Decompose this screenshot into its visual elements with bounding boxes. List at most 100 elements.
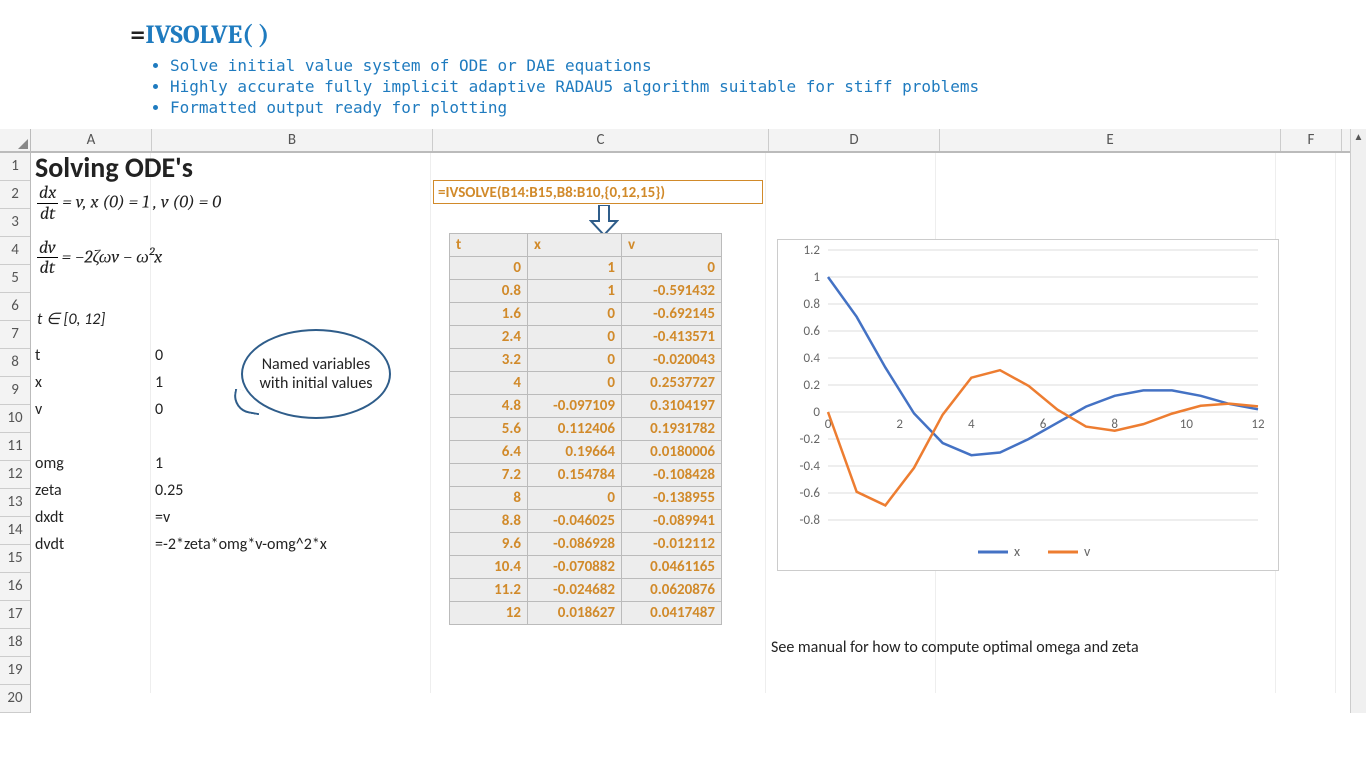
row-header-7[interactable]: 7 [0, 321, 30, 349]
row-header-18[interactable]: 18 [0, 629, 30, 657]
row-20[interactable] [31, 666, 1366, 693]
row-3[interactable] [31, 207, 1366, 234]
cell[interactable] [1276, 396, 1336, 423]
cell[interactable]: t [31, 342, 151, 369]
row-header-16[interactable]: 16 [0, 573, 30, 601]
ode-chart[interactable]: -0.8-0.6-0.4-0.200.20.40.60.811.20246810… [777, 239, 1279, 571]
cell[interactable] [1276, 531, 1336, 558]
row-header-8[interactable]: 8 [0, 349, 30, 377]
cell[interactable] [151, 153, 431, 180]
cell[interactable] [766, 666, 936, 693]
row-header-12[interactable]: 12 [0, 461, 30, 489]
row-header-10[interactable]: 10 [0, 405, 30, 433]
col-header-D[interactable]: D [769, 129, 940, 151]
row-header-1[interactable]: 1 [0, 153, 30, 181]
cell[interactable] [766, 585, 936, 612]
cell[interactable] [1276, 639, 1336, 666]
cell[interactable] [766, 153, 936, 180]
cell[interactable]: x [31, 369, 151, 396]
row-19[interactable] [31, 639, 1366, 666]
cell[interactable] [31, 423, 151, 450]
cell[interactable] [936, 153, 1276, 180]
cell[interactable] [151, 423, 431, 450]
cell[interactable] [31, 558, 151, 585]
row-header-14[interactable]: 14 [0, 517, 30, 545]
row-header-4[interactable]: 4 [0, 237, 30, 265]
cell[interactable]: v [31, 396, 151, 423]
row-header-6[interactable]: 6 [0, 293, 30, 321]
cell[interactable] [1276, 369, 1336, 396]
cell[interactable] [431, 153, 766, 180]
row-header-2[interactable]: 2 [0, 181, 30, 209]
row-header-15[interactable]: 15 [0, 545, 30, 573]
cell[interactable] [1276, 342, 1336, 369]
result-cell: 0 [528, 349, 622, 372]
cell[interactable] [1276, 207, 1336, 234]
row-header-20[interactable]: 20 [0, 685, 30, 713]
cell[interactable] [1276, 504, 1336, 531]
result-row: 80-0.138955 [450, 487, 722, 510]
scroll-up-icon[interactable]: ▲ [1351, 129, 1366, 144]
col-header-F[interactable]: F [1281, 129, 1342, 151]
cell[interactable]: dvdt [31, 531, 151, 558]
row-header-3[interactable]: 3 [0, 209, 30, 237]
cell[interactable] [936, 180, 1276, 207]
cell[interactable] [1276, 666, 1336, 693]
cell[interactable] [1276, 234, 1336, 261]
cell[interactable] [936, 207, 1276, 234]
cell[interactable] [31, 585, 151, 612]
col-header-B[interactable]: B [152, 129, 433, 151]
cell[interactable] [151, 585, 431, 612]
col-header-C[interactable]: C [433, 129, 769, 151]
row-1[interactable] [31, 153, 1366, 180]
cell[interactable] [936, 666, 1276, 693]
row-header-19[interactable]: 19 [0, 657, 30, 685]
cell[interactable] [1276, 288, 1336, 315]
cell[interactable] [31, 666, 151, 693]
cell[interactable] [151, 558, 431, 585]
cell[interactable] [1276, 423, 1336, 450]
row-header-5[interactable]: 5 [0, 265, 30, 293]
cell[interactable] [1276, 180, 1336, 207]
row-header-11[interactable]: 11 [0, 433, 30, 461]
cell[interactable] [1276, 558, 1336, 585]
cell[interactable] [151, 639, 431, 666]
cell[interactable]: omg [31, 450, 151, 477]
cell[interactable] [766, 612, 936, 639]
grid-area[interactable]: Solving ODE's dxdt = v, x (0) = 1 , v (0… [31, 153, 1366, 713]
cell[interactable] [1276, 585, 1336, 612]
select-all-corner[interactable] [0, 129, 31, 151]
cell[interactable] [431, 639, 766, 666]
cell[interactable]: =-2*zeta*omg*v-omg^2*x [151, 531, 431, 558]
cell[interactable] [1276, 477, 1336, 504]
cell[interactable] [1276, 612, 1336, 639]
cell[interactable] [1276, 315, 1336, 342]
cell[interactable]: dxdt [31, 504, 151, 531]
cell[interactable]: 1 [151, 450, 431, 477]
cell[interactable] [31, 639, 151, 666]
vertical-scrollbar[interactable]: ▲ [1350, 129, 1366, 713]
cell[interactable] [936, 612, 1276, 639]
cell[interactable] [31, 612, 151, 639]
cell[interactable] [766, 180, 936, 207]
cell[interactable]: zeta [31, 477, 151, 504]
cell[interactable] [151, 612, 431, 639]
col-header-E[interactable]: E [940, 129, 1281, 151]
cell[interactable]: 0.25 [151, 477, 431, 504]
result-cell: -0.024682 [528, 579, 622, 602]
cell[interactable] [1276, 153, 1336, 180]
cell[interactable] [151, 288, 431, 315]
row-header-13[interactable]: 13 [0, 489, 30, 517]
cell[interactable] [1276, 450, 1336, 477]
cell[interactable]: =v [151, 504, 431, 531]
col-header-A[interactable]: A [31, 129, 152, 151]
cell[interactable] [431, 666, 766, 693]
cell[interactable] [1276, 261, 1336, 288]
cell[interactable] [151, 666, 431, 693]
cell[interactable] [766, 207, 936, 234]
row-header-9[interactable]: 9 [0, 377, 30, 405]
cell[interactable] [936, 585, 1276, 612]
result-cell: 0.0180006 [622, 441, 722, 464]
row-header-17[interactable]: 17 [0, 601, 30, 629]
ivsolve-formula[interactable]: =IVSOLVE(B14:B15,B8:B10,{0,12,15}) [433, 180, 763, 204]
